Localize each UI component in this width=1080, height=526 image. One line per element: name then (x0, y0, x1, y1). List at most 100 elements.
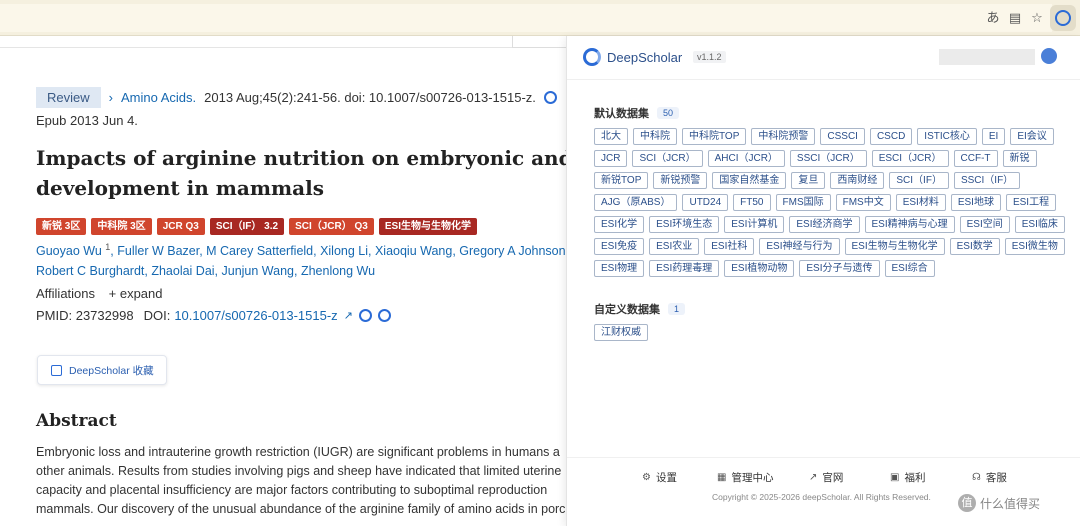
author-links[interactable]: , Fuller W Bazer, M Carey Satterfield, X… (110, 244, 569, 258)
dataset-chip[interactable]: 中科院预警 (751, 128, 816, 145)
dataset-chip[interactable]: 江财权威 (594, 324, 648, 341)
dataset-chip[interactable]: 中科院TOP (682, 128, 747, 145)
badge: JCR Q3 (156, 218, 205, 235)
dataset-chip[interactable]: 中科院 (633, 128, 677, 145)
abstract-text: Embryonic loss and intrauterine growth r… (36, 443, 570, 519)
badge: ESI生物与生物化学 (378, 218, 477, 235)
dataset-chip[interactable]: ESI化学 (594, 216, 645, 233)
dataset-chip[interactable]: ESI社科 (704, 238, 755, 255)
dataset-chip[interactable]: ESI农业 (649, 238, 700, 255)
abstract-line: mammals. Our discovery of the unusual ab… (36, 502, 570, 516)
dataset-chip[interactable]: ESI数学 (949, 238, 1000, 255)
dataset-chip[interactable]: FMS中文 (835, 194, 891, 211)
dataset-chip[interactable]: ESCI（JCR） (871, 150, 949, 167)
expand-toggle[interactable]: + expand (109, 286, 163, 301)
translate-icon[interactable]: あ (984, 9, 1002, 27)
dataset-chip[interactable]: ESI经济商学 (789, 216, 860, 233)
dataset-chip[interactable]: ESI临床 (1014, 216, 1065, 233)
author-link[interactable]: Guoyao Wu (36, 244, 102, 258)
dataset-chip[interactable]: ESI环境生态 (649, 216, 720, 233)
external-link-icon: ↗ (809, 472, 818, 483)
dataset-chip[interactable]: 西南财经 (830, 172, 885, 189)
top-tab-stub (512, 36, 568, 48)
page-top-divider (0, 36, 570, 48)
reader-mode-icon[interactable]: ▤ (1006, 9, 1024, 27)
bookmark-star-icon[interactable]: ☆ (1028, 9, 1046, 27)
dataset-chip[interactable]: ESI物理 (594, 260, 645, 277)
dataset-chip[interactable]: ESI微生物 (1004, 238, 1065, 255)
journal-link[interactable]: Amino Acids. (121, 90, 196, 105)
footer-label: 官网 (822, 472, 844, 484)
dataset-chip[interactable]: ESI计算机 (724, 216, 785, 233)
address-bar[interactable] (0, 4, 1052, 32)
dataset-chip[interactable]: FT50 (733, 194, 771, 211)
dataset-chip[interactable]: ESI空间 (959, 216, 1010, 233)
deepscholar-extension-button[interactable] (1050, 5, 1076, 31)
dataset-chip[interactable]: CSCD (869, 128, 913, 145)
abstract-line: Embryonic loss and intrauterine growth r… (36, 445, 560, 459)
watermark: 值 什么值得买 (958, 494, 1040, 512)
dataset-chip[interactable]: JCR (594, 150, 628, 167)
dataset-chip[interactable]: ESI精神病与心理 (864, 216, 955, 233)
default-dataset-title: 默认数据集 50 (594, 105, 680, 121)
popup-footer: ⚙ 设置 ▦ 管理中心 ↗ 官网 ▣ 福利 ☊ 客服 Copyright © 2… (567, 457, 1080, 526)
dataset-chip[interactable]: 新锐 (1002, 150, 1037, 167)
deepscholar-icon[interactable] (358, 309, 372, 322)
dataset-chip[interactable]: SCI（IF） (889, 172, 949, 189)
dataset-chip[interactable]: AJG（原ABS） (594, 194, 678, 211)
review-tag: Review (36, 87, 101, 108)
admin-center-link[interactable]: ▦ 管理中心 (717, 470, 773, 485)
dataset-chip[interactable]: 北大 (594, 128, 628, 145)
authors-line-1: Guoyao Wu 1, Fuller W Bazer, M Carey Sat… (36, 237, 570, 261)
dataset-chip[interactable]: UTD24 (682, 194, 729, 211)
user-name-redacted (939, 49, 1035, 65)
affiliations-label: Affiliations (36, 286, 96, 301)
dataset-chip[interactable]: AHCI（JCR） (707, 150, 785, 167)
dataset-chip[interactable]: CCF-T (953, 150, 998, 167)
dataset-chip[interactable]: ESI植物动物 (724, 260, 795, 277)
dataset-chip[interactable]: 国家自然基金 (712, 172, 787, 189)
popup-header: DeepScholar v1.1.2 (567, 36, 1080, 80)
grid-icon: ▦ (717, 472, 727, 483)
article-title: Impacts of arginine nutrition on embryon… (36, 143, 570, 203)
abstract-line: other animals. Results from studies invo… (36, 464, 562, 478)
badge: 中科院 3区 (91, 218, 152, 235)
dataset-chip[interactable]: 新锐预警 (653, 172, 708, 189)
abstract-line: capacity and placental insufficiency are… (36, 483, 548, 497)
doi-link[interactable]: 10.1007/s00726-013-1515-z (174, 308, 337, 323)
user-avatar-icon[interactable] (1041, 48, 1057, 64)
external-link-icon[interactable]: ↗ (344, 309, 353, 322)
dataset-chip[interactable]: CSSCI (820, 128, 865, 145)
dataset-chip[interactable]: ESI地球 (950, 194, 1001, 211)
deepscholar-popup: DeepScholar v1.1.2 默认数据集 50 北大 中科院 中科院TOP 中… (566, 36, 1080, 526)
dataset-chip[interactable]: ESI工程 (1005, 194, 1057, 211)
benefits-link[interactable]: ▣ 福利 (890, 470, 925, 485)
dataset-chip[interactable]: EI (981, 128, 1006, 145)
dataset-chip[interactable]: ESI生物与生物化学 (844, 238, 945, 255)
headset-icon: ☊ (972, 472, 981, 483)
ranking-badges: 新锐 3区 中科院 3区 JCR Q3 SCI（IF） 3.2 SCI（JCR）… (36, 218, 477, 235)
deepscholar-icon[interactable] (377, 309, 391, 322)
dataset-chip[interactable]: ESI综合 (884, 260, 935, 277)
copyright: Copyright © 2025-2026 deepScholar. All R… (712, 492, 931, 502)
dataset-chip[interactable]: 复旦 (791, 172, 826, 189)
authors-line-2[interactable]: Robert C Burghardt, Zhaolai Dai, Junjun … (36, 261, 570, 281)
dataset-chip[interactable]: 新锐TOP (594, 172, 649, 189)
dataset-chip[interactable]: SSCI（IF） (953, 172, 1021, 189)
support-link[interactable]: ☊ 客服 (972, 470, 1007, 485)
deepscholar-icon[interactable] (543, 91, 557, 104)
dataset-chip[interactable]: ESI免疫 (594, 238, 645, 255)
dataset-chip[interactable]: ESI药理毒理 (649, 260, 720, 277)
website-link[interactable]: ↗ 官网 (809, 470, 843, 485)
settings-link[interactable]: ⚙ 设置 (642, 470, 677, 485)
dataset-chip[interactable]: EI会议 (1010, 128, 1054, 145)
dataset-chip[interactable]: FMS国际 (775, 194, 831, 211)
dataset-chip[interactable]: ESI材料 (895, 194, 946, 211)
dataset-chip[interactable]: SCI（JCR） (632, 150, 703, 167)
doi-label: DOI: (143, 308, 171, 323)
dataset-chip[interactable]: ESI神经与行为 (759, 238, 840, 255)
dataset-chip[interactable]: ESI分子与遗传 (799, 260, 880, 277)
dataset-chip[interactable]: SSCI（JCR） (789, 150, 867, 167)
dataset-chip[interactable]: ISTIC核心 (917, 128, 977, 145)
deepscholar-collect-button[interactable]: DeepScholar 收藏 (37, 355, 167, 385)
